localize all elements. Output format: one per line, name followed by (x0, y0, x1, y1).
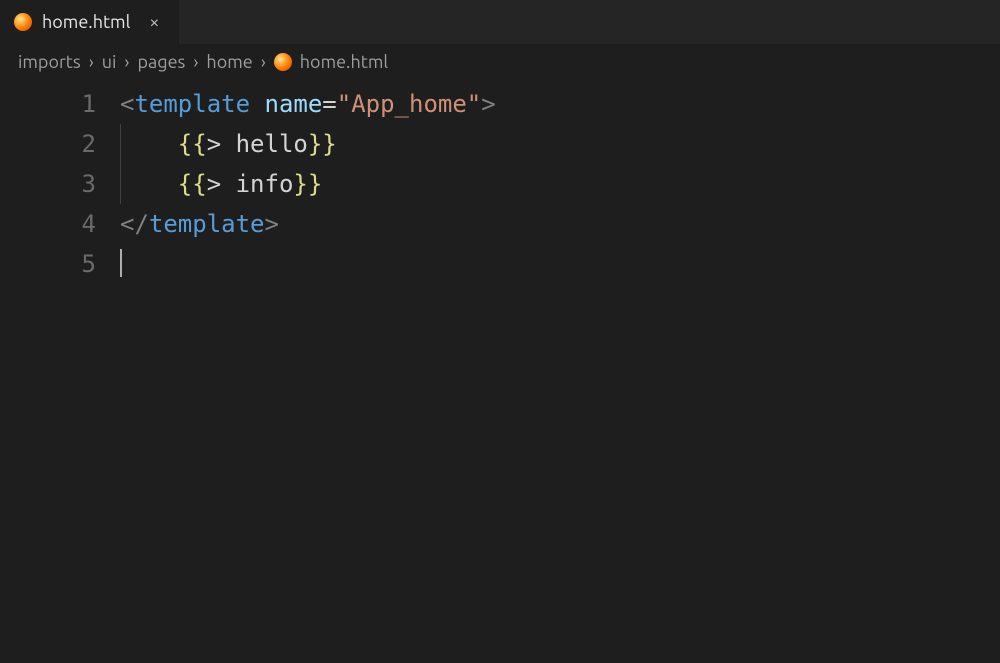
line-number: 3 (0, 164, 96, 204)
code-editor[interactable]: 1 2 3 4 5 <template name="App_home"> {{>… (0, 82, 1000, 284)
code-line[interactable]: {{> hello}} (120, 124, 1000, 164)
breadcrumb-segment[interactable]: pages (137, 52, 185, 72)
line-number: 1 (0, 84, 96, 124)
breadcrumb-file[interactable]: home.html (274, 52, 388, 72)
breadcrumb-segment[interactable]: home (206, 52, 252, 72)
token-indent (120, 130, 178, 158)
html-file-icon (14, 13, 32, 31)
chevron-right-icon: › (261, 52, 266, 72)
token-bracket: > (481, 90, 495, 118)
token-operator: = (322, 90, 336, 118)
line-number: 2 (0, 124, 96, 164)
tab-bar: home.html × (0, 0, 1000, 44)
token-bracket: < (120, 90, 134, 118)
indent-guide (120, 164, 121, 204)
line-number: 4 (0, 204, 96, 244)
breadcrumb-segment[interactable]: imports (18, 52, 81, 72)
tab-active[interactable]: home.html × (0, 0, 179, 44)
token-mustache: {{ (178, 170, 207, 198)
code-area[interactable]: <template name="App_home"> {{> hello}} {… (120, 84, 1000, 284)
token-bracket: </ (120, 210, 149, 238)
code-line[interactable]: <template name="App_home"> (120, 84, 1000, 124)
chevron-right-icon: › (193, 52, 198, 72)
html-file-icon (274, 53, 292, 71)
breadcrumb: imports › ui › pages › home › home.html (0, 44, 1000, 82)
code-line[interactable]: {{> info}} (120, 164, 1000, 204)
token-space (250, 90, 264, 118)
token-bracket: > (265, 210, 279, 238)
token-string: "App_home" (337, 90, 482, 118)
indent-guide (120, 124, 121, 164)
code-line[interactable]: </template> (120, 204, 1000, 244)
tab-filename: home.html (42, 12, 130, 32)
breadcrumb-filename: home.html (300, 52, 388, 72)
text-cursor (120, 249, 122, 277)
token-tag: template (149, 210, 265, 238)
token-mustache: }} (308, 130, 337, 158)
line-number-gutter: 1 2 3 4 5 (0, 84, 120, 284)
chevron-right-icon: › (89, 52, 94, 72)
token-attribute: name (265, 90, 323, 118)
token-mustache: {{ (178, 130, 207, 158)
token-mustache: }} (293, 170, 322, 198)
breadcrumb-segment[interactable]: ui (102, 52, 117, 72)
token-tag: template (134, 90, 250, 118)
close-icon[interactable]: × (144, 12, 164, 32)
code-line[interactable] (120, 244, 1000, 284)
token-plain: > info (207, 170, 294, 198)
token-plain: > hello (207, 130, 308, 158)
line-number: 5 (0, 244, 96, 284)
chevron-right-icon: › (124, 52, 129, 72)
token-indent (120, 170, 178, 198)
